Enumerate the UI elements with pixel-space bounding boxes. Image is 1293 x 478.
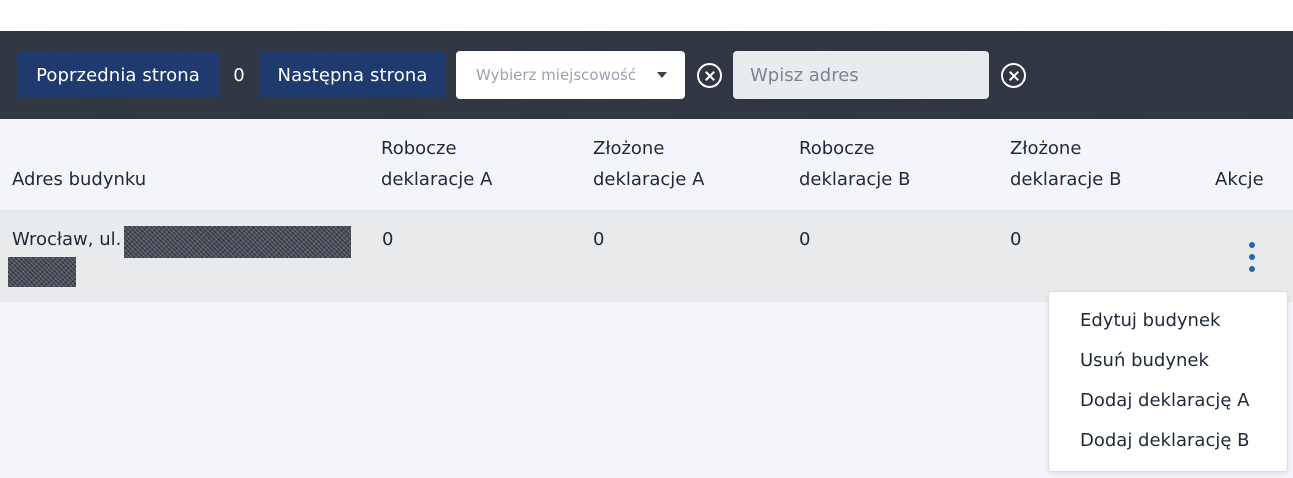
page-number: 0 xyxy=(233,64,245,86)
header-draft-a-line1: Robocze xyxy=(381,138,457,159)
toolbar: Poprzednia strona 0 Następna strona Wybi… xyxy=(0,31,1293,119)
cell-draft-b: 0 xyxy=(799,229,811,250)
header-address[interactable]: Adres budynku xyxy=(12,164,146,195)
address-input[interactable] xyxy=(733,51,989,99)
cell-filed-a: 0 xyxy=(593,229,605,250)
city-select-placeholder: Wybierz miejscowość xyxy=(476,66,637,84)
header-filed-a-line2: deklaracje A xyxy=(593,169,705,190)
header-filed-b-line1: Złożone xyxy=(1010,138,1082,159)
city-select[interactable]: Wybierz miejscowość xyxy=(456,51,685,99)
actions-dropdown-menu: Edytuj budynek Usuń budynek Dodaj deklar… xyxy=(1048,291,1288,472)
redacted-block xyxy=(8,257,76,287)
menu-item-add-declaration-a[interactable]: Dodaj deklarację A xyxy=(1080,390,1249,411)
previous-page-button[interactable]: Poprzednia strona xyxy=(17,52,219,98)
menu-item-edit-building[interactable]: Edytuj budynek xyxy=(1080,310,1220,331)
cell-draft-a: 0 xyxy=(382,229,394,250)
header-draft-a[interactable]: Robocze deklaracje A xyxy=(381,133,492,195)
cell-filed-b: 0 xyxy=(1010,229,1022,250)
header-draft-b-line1: Robocze xyxy=(799,138,875,159)
table-header: Adres budynku Robocze deklaracje A Złożo… xyxy=(0,119,1293,211)
header-filed-b[interactable]: Złożone deklaracje B xyxy=(1010,133,1121,195)
header-draft-a-line2: deklaracje A xyxy=(381,169,493,190)
clear-city-icon[interactable] xyxy=(697,63,722,88)
menu-item-add-declaration-b[interactable]: Dodaj deklarację B xyxy=(1080,430,1249,451)
header-actions: Akcje xyxy=(1215,169,1264,190)
header-filed-a[interactable]: Złożone deklaracje A xyxy=(593,133,704,195)
header-draft-b-line2: deklaracje B xyxy=(799,169,911,190)
header-draft-b[interactable]: Robocze deklaracje B xyxy=(799,133,910,195)
caret-down-icon xyxy=(657,72,667,78)
header-filed-b-line2: deklaracje B xyxy=(1010,169,1122,190)
table-row: Wrocław, ul. 0 0 0 0 xyxy=(0,211,1293,302)
header-filed-a-line1: Złożone xyxy=(593,138,665,159)
next-page-button[interactable]: Następna strona xyxy=(259,52,446,98)
cell-address: Wrocław, ul. xyxy=(12,229,122,250)
redacted-block xyxy=(124,226,351,258)
clear-address-icon[interactable] xyxy=(1001,63,1026,88)
menu-item-delete-building[interactable]: Usuń budynek xyxy=(1080,350,1209,371)
kebab-menu-icon[interactable] xyxy=(1244,242,1260,272)
